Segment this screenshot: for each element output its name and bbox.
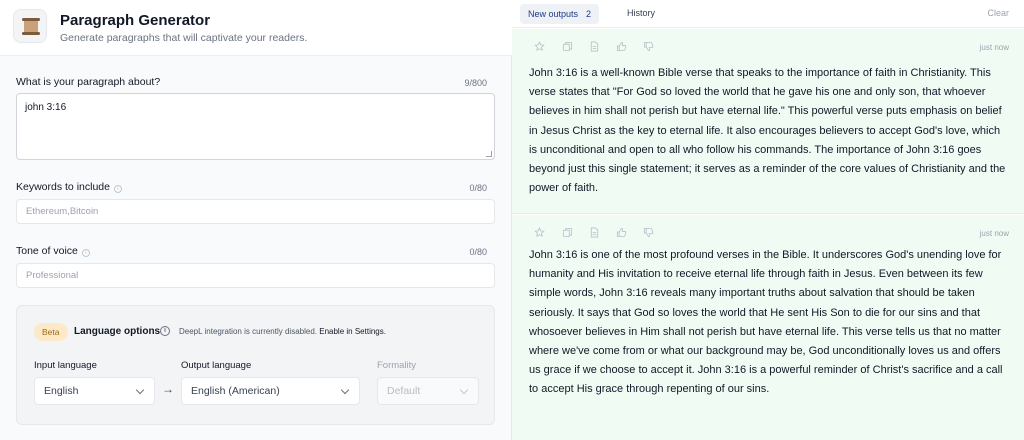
star-icon[interactable]	[534, 227, 545, 238]
info-icon[interactable]: i	[113, 185, 122, 193]
chevron-down-icon	[135, 385, 145, 395]
thumbs-up-icon[interactable]	[616, 41, 627, 52]
copy-icon[interactable]	[562, 227, 573, 238]
beta-badge: Beta	[34, 323, 68, 341]
keywords-placeholder: Ethereum,Bitcoin	[26, 206, 99, 217]
about-value: john 3:16	[25, 102, 67, 113]
language-options-title: Language options	[74, 326, 161, 337]
output-timestamp: just now	[979, 43, 1009, 52]
tone-placeholder: Professional	[26, 270, 79, 281]
output-card: just now John 3:16 is one of the most pr…	[512, 215, 1024, 440]
output-text: John 3:16 is a well-known Bible verse th…	[529, 67, 1006, 195]
tab-history[interactable]: History	[627, 8, 655, 18]
info-icon[interactable]: i	[160, 326, 170, 336]
tone-char-count: 0/80	[469, 247, 487, 257]
input-panel: Paragraph Generator Generate paragraphs …	[0, 0, 512, 440]
app-header: Paragraph Generator Generate paragraphs …	[0, 0, 512, 56]
deepl-note: DeepL integration is currently disabled.…	[179, 327, 386, 336]
tab-new-outputs[interactable]: New outputs 2	[520, 4, 600, 24]
info-icon[interactable]: i	[81, 249, 90, 257]
copy-icon[interactable]	[562, 41, 573, 52]
keywords-label: Keywords to include i	[16, 181, 122, 193]
thumbs-down-icon[interactable]	[643, 227, 654, 238]
about-label: What is your paragraph about?	[16, 76, 161, 88]
count-badge: 2	[586, 9, 592, 19]
output-text: John 3:16 is one of the most profound ve…	[529, 249, 1003, 396]
language-options-card: Beta Language options i DeepL integratio…	[16, 305, 495, 425]
page-subtitle: Generate paragraphs that will captivate …	[60, 32, 308, 44]
thumbs-down-icon[interactable]	[643, 41, 654, 52]
outputs-tabbar: New outputs 2 History Clear	[512, 0, 1024, 28]
output-language-label: Output language	[181, 360, 252, 371]
tone-input[interactable]: Professional	[16, 263, 495, 288]
output-timestamp: just now	[979, 229, 1009, 238]
document-icon[interactable]	[589, 41, 600, 52]
about-char-count: 9/800	[464, 78, 487, 88]
about-textarea[interactable]: john 3:16	[16, 93, 495, 160]
input-language-label: Input language	[34, 360, 97, 371]
arrow-right-icon: →	[162, 382, 174, 396]
page-title: Paragraph Generator	[60, 12, 211, 29]
scroll-icon	[13, 9, 47, 43]
output-card: just now John 3:16 is a well-known Bible…	[512, 29, 1024, 214]
clear-button[interactable]: Clear	[987, 8, 1009, 18]
input-language-select[interactable]: English	[34, 377, 155, 405]
star-icon[interactable]	[534, 41, 545, 52]
keywords-char-count: 0/80	[469, 183, 487, 193]
formality-label: Formality	[377, 360, 417, 371]
resize-handle[interactable]	[486, 151, 492, 157]
enable-settings-link[interactable]: Enable in Settings.	[319, 327, 386, 336]
output-language-select[interactable]: English (American)	[181, 377, 360, 405]
outputs-panel: New outputs 2 History Clear just now John…	[512, 0, 1024, 440]
document-icon[interactable]	[589, 227, 600, 238]
chevron-down-icon	[340, 385, 350, 395]
thumbs-up-icon[interactable]	[616, 227, 627, 238]
tone-label: Tone of voice i	[16, 245, 90, 257]
chevron-down-icon	[459, 385, 469, 395]
keywords-input[interactable]: Ethereum,Bitcoin	[16, 199, 495, 224]
formality-select: Default	[377, 377, 479, 405]
